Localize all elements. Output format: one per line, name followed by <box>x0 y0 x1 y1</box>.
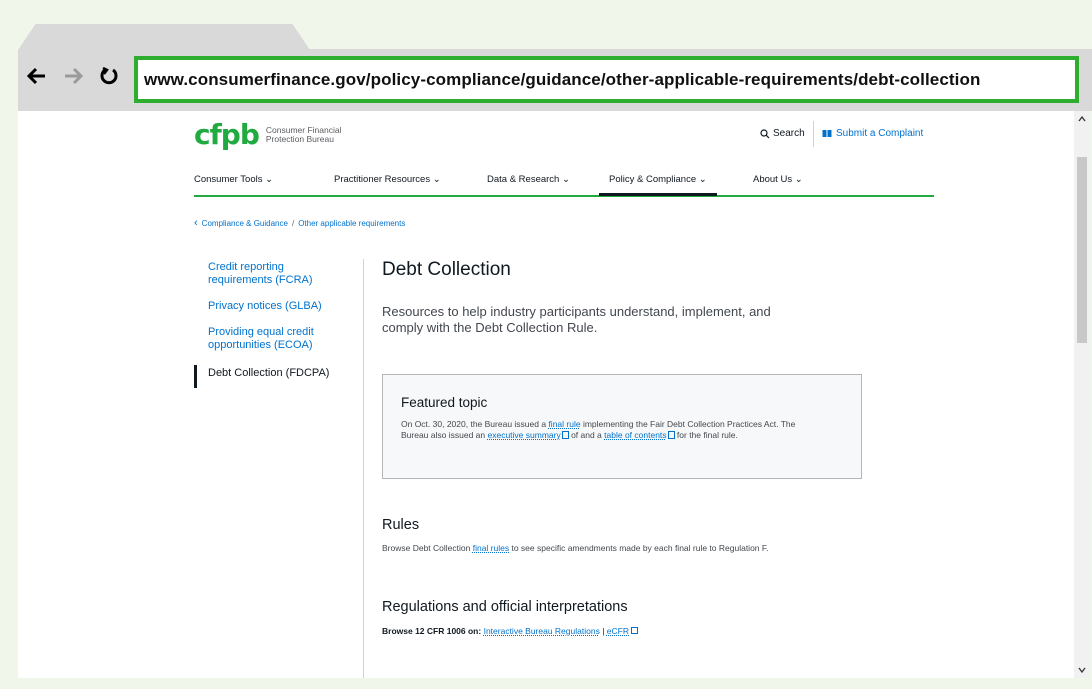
sidebar-item-glba[interactable]: Privacy notices (GLBA) <box>194 300 344 313</box>
submit-complaint-link[interactable]: Submit a Complaint <box>822 128 923 139</box>
scroll-down-icon[interactable] <box>1074 662 1090 678</box>
nav-item-practitioner-resources[interactable]: Practitioner Resources ⌄ <box>334 174 441 185</box>
external-link-icon <box>631 627 638 634</box>
regulations-text: Browse 12 CFR 1006 on: Interactive Burea… <box>382 626 842 636</box>
breadcrumb-item[interactable]: Other applicable requirements <box>298 219 405 228</box>
main-content: Debt Collection Resources to help indust… <box>382 259 882 636</box>
document-icon <box>561 431 569 439</box>
featured-text: On Oct. 30, 2020, the Bureau issued a fi… <box>401 419 796 440</box>
chevron-down-icon: ⌄ <box>794 174 803 185</box>
executive-summary-link[interactable]: executive summary <box>487 430 560 440</box>
lead-paragraph: Resources to help industry participants … <box>382 304 771 335</box>
table-of-contents-link[interactable]: table of contents <box>604 430 666 440</box>
sidebar-item-ecoa[interactable]: Providing equal credit opportunities (EC… <box>194 326 344 352</box>
nav-item-consumer-tools[interactable]: Consumer Tools ⌄ <box>194 174 273 185</box>
rules-text: Browse Debt Collection final rules to se… <box>382 543 769 553</box>
reload-button[interactable] <box>94 61 124 91</box>
header-divider <box>813 121 814 147</box>
page-title: Debt Collection <box>382 259 511 280</box>
sidebar-divider <box>363 259 364 678</box>
regulations-heading: Regulations and official interpretations <box>382 599 628 615</box>
chevron-down-icon: ⌄ <box>432 174 441 185</box>
chevron-left-icon: ‹ <box>194 217 198 229</box>
featured-topic-box: Featured topic On Oct. 30, 2020, the Bur… <box>382 374 862 479</box>
address-bar[interactable]: www.consumerfinance.gov/policy-complianc… <box>134 56 1079 103</box>
web-page: cfpb Consumer Financial Protection Burea… <box>18 111 1074 678</box>
sidebar-item-fdcpa[interactable]: Debt Collection (FDCPA) <box>194 365 344 388</box>
interactive-bureau-regulations-link[interactable]: Interactive Bureau Regulations <box>484 626 600 636</box>
arrow-right-icon <box>65 67 83 85</box>
cfpb-logo[interactable]: cfpb Consumer Financial Protection Burea… <box>194 121 341 149</box>
forward-button[interactable] <box>58 61 88 91</box>
scrollbar-thumb[interactable] <box>1077 157 1087 343</box>
logo-name: Consumer Financial Protection Bureau <box>266 126 342 144</box>
final-rules-link[interactable]: final rules <box>473 543 509 553</box>
sidebar-item-fcra[interactable]: Credit reporting requirements (FCRA) <box>194 261 344 287</box>
search-icon <box>760 128 770 138</box>
breadcrumb-separator: / <box>291 218 295 228</box>
rules-section: Rules Browse Debt Collection final rules… <box>382 517 842 554</box>
reload-icon <box>100 66 118 85</box>
breadcrumb: ‹ Compliance & Guidance / Other applicab… <box>194 217 405 229</box>
breadcrumb-item[interactable]: Compliance & Guidance <box>202 219 288 228</box>
document-icon <box>667 431 675 439</box>
scroll-up-icon[interactable] <box>1074 111 1090 127</box>
chevron-down-icon: ⌄ <box>561 174 570 185</box>
regulations-section: Regulations and official interpretations… <box>382 599 842 636</box>
logo-mark: cfpb <box>194 118 260 151</box>
arrow-left-icon <box>27 67 45 85</box>
book-icon <box>822 130 832 137</box>
nav-item-about-us[interactable]: About Us ⌄ <box>753 174 803 185</box>
back-button[interactable] <box>22 61 52 91</box>
final-rule-link[interactable]: final rule <box>548 419 580 429</box>
nav-item-policy-compliance[interactable]: Policy & Compliance ⌄ <box>599 174 717 196</box>
chevron-down-icon: ⌄ <box>265 174 274 185</box>
rules-heading: Rules <box>382 517 420 533</box>
chevron-down-icon: ⌄ <box>698 174 707 185</box>
scrollbar[interactable] <box>1074 111 1090 678</box>
nav-item-data-research[interactable]: Data & Research ⌄ <box>487 174 570 185</box>
logo-line-2: Protection Bureau <box>265 134 334 144</box>
browser-tab[interactable] <box>18 24 310 50</box>
search-label: Search <box>773 128 805 139</box>
complaint-label: Submit a Complaint <box>836 128 924 139</box>
url-text: www.consumerfinance.gov/policy-complianc… <box>144 69 981 89</box>
featured-title: Featured topic <box>401 395 488 410</box>
search-button[interactable]: Search <box>760 128 805 139</box>
ecfr-link[interactable]: eCFR <box>607 626 629 636</box>
main-nav: Consumer Tools ⌄ Practitioner Resources … <box>194 169 934 197</box>
side-nav: Credit reporting requirements (FCRA) Pri… <box>194 261 364 401</box>
